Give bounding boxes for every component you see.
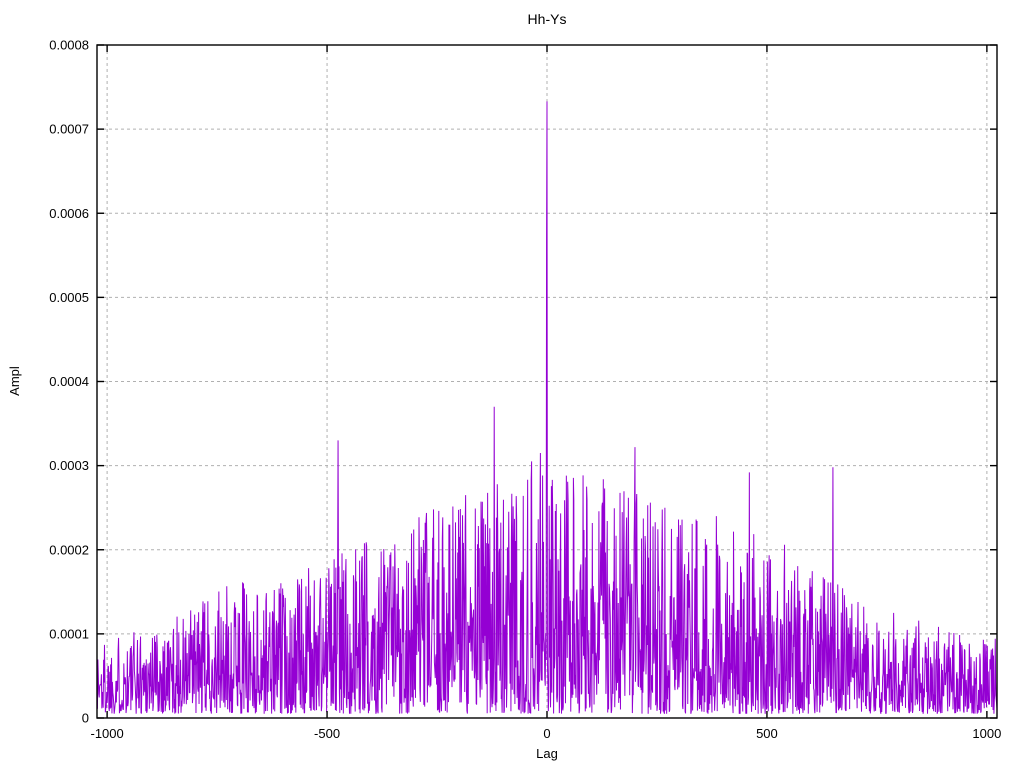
x-tick-label: -500 [314, 726, 340, 741]
y-tick-label: 0.0005 [49, 290, 89, 305]
chart-figure: -1000 -500 0 500 1000 0 0.0001 0.0002 0.0003 0.0… [0, 0, 1024, 768]
y-tick-label: 0.0004 [49, 374, 89, 389]
data-series [96, 101, 998, 715]
y-tick-label: 0.0006 [49, 206, 89, 221]
x-tick-label: 500 [756, 726, 778, 741]
y-axis-label: Ampl [7, 366, 22, 396]
correlation-chart: -1000 -500 0 500 1000 0 0.0001 0.0002 0.0003 0.0… [7, 11, 1001, 761]
y-tick-label: 0.0007 [49, 122, 89, 137]
y-tick-label: 0 [82, 711, 89, 726]
y-tick-label: 0.0002 [49, 542, 89, 557]
y-tick-labels: 0 0.0001 0.0002 0.0003 0.0004 0.0005 0.0006 0.0… [49, 38, 89, 726]
x-tick-labels: -1000 -500 0 500 1000 [90, 726, 1001, 741]
x-tick-label: 0 [543, 726, 550, 741]
correlation-series-line [96, 101, 998, 715]
y-tick-label: 0.0008 [49, 38, 89, 53]
x-tick-label: -1000 [90, 726, 123, 741]
y-tick-label: 0.0003 [49, 458, 89, 473]
x-tick-label: 1000 [972, 726, 1001, 741]
x-axis-label: Lag [536, 746, 558, 761]
chart-title: Hh-Ys [528, 11, 567, 27]
y-tick-label: 0.0001 [49, 626, 89, 641]
